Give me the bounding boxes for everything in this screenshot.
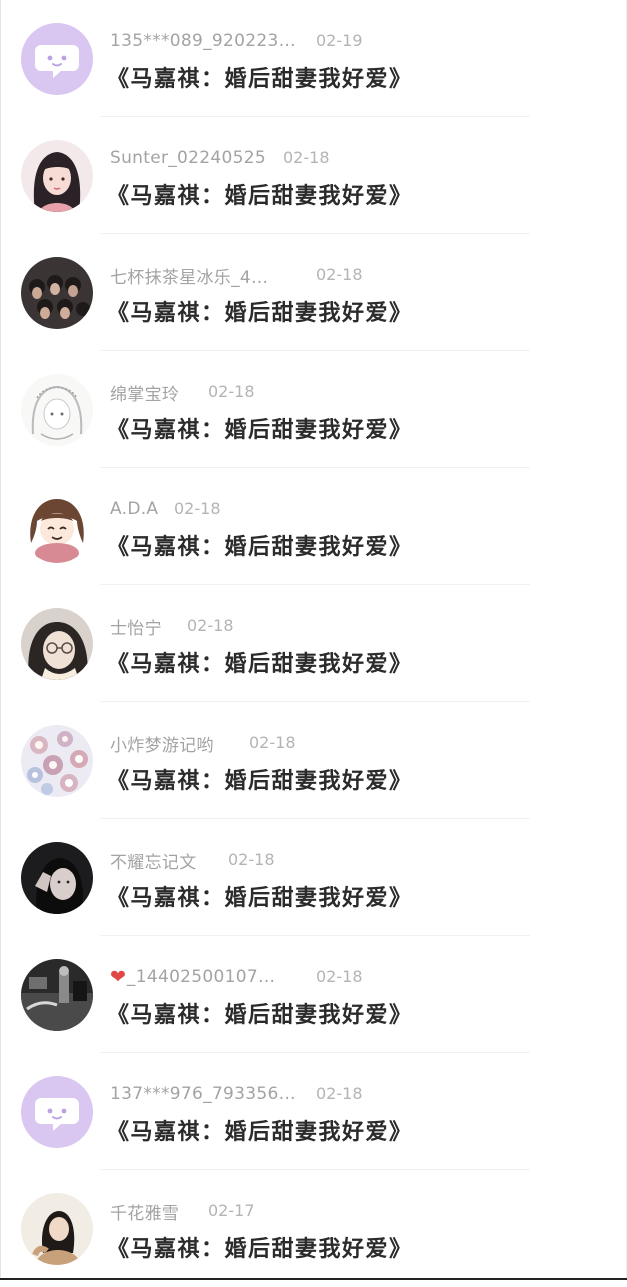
username[interactable]: 137***976_793356… bbox=[110, 1084, 296, 1104]
girl-photo-avatar bbox=[21, 1193, 93, 1265]
book-title[interactable]: 《马嘉祺：婚后甜妻我好爱》 bbox=[107, 62, 413, 96]
avatar[interactable] bbox=[21, 491, 93, 563]
avatar[interactable] bbox=[21, 1076, 93, 1148]
comment-meta: ❤ _14402500107… 02-18 bbox=[110, 965, 363, 989]
avatar[interactable] bbox=[21, 23, 93, 95]
list-item[interactable]: Sunter_02240525 02-18 《马嘉祺：婚后甜妻我好爱》 bbox=[0, 117, 627, 234]
avatar[interactable] bbox=[21, 959, 93, 1031]
girl-glasses-avatar bbox=[21, 608, 93, 680]
left-edge bbox=[0, 0, 1, 1280]
comment-date: 02-18 bbox=[174, 499, 221, 518]
default-chat-bubble-icon bbox=[21, 1076, 93, 1148]
comment-list: 135***089_920223… 02-19 《马嘉祺：婚后甜妻我好爱》 Su… bbox=[0, 0, 627, 1280]
comment-meta: 不耀忘记文 02-18 bbox=[110, 848, 275, 873]
comment-date: 02-17 bbox=[208, 1201, 255, 1220]
comment-meta: 135***089_920223… 02-19 bbox=[110, 29, 363, 53]
comment-meta: A.D.A 02-18 bbox=[110, 497, 221, 521]
list-item[interactable]: 不耀忘记文 02-18 《马嘉祺：婚后甜妻我好爱》 bbox=[0, 819, 627, 936]
username[interactable]: 绵掌宝玲 bbox=[110, 380, 179, 405]
avatar[interactable] bbox=[21, 257, 93, 329]
list-item[interactable]: 137***976_793356… 02-18 《马嘉祺：婚后甜妻我好爱》 bbox=[0, 1053, 627, 1170]
book-title[interactable]: 《马嘉祺：婚后甜妻我好爱》 bbox=[107, 1232, 413, 1266]
list-item[interactable]: A.D.A 02-18 《马嘉祺：婚后甜妻我好爱》 bbox=[0, 468, 627, 585]
heart-icon: ❤ bbox=[110, 966, 126, 988]
group-photo-avatar bbox=[21, 257, 93, 329]
username[interactable]: Sunter_02240525 bbox=[110, 148, 266, 168]
username[interactable]: A.D.A bbox=[110, 499, 158, 519]
comment-meta: 士怡宁 02-18 bbox=[110, 614, 234, 639]
username[interactable]: 千花雅雪 bbox=[110, 1199, 179, 1224]
comment-meta: 137***976_793356… 02-18 bbox=[110, 1082, 363, 1106]
comment-meta: 绵掌宝玲 02-18 bbox=[110, 380, 255, 405]
comment-meta: 七杯抹茶星冰乐_4… 02-18 bbox=[110, 263, 363, 288]
comment-date: 02-18 bbox=[316, 1084, 363, 1103]
book-title[interactable]: 《马嘉祺：婚后甜妻我好爱》 bbox=[107, 179, 413, 213]
list-item[interactable]: 士怡宁 02-18 《马嘉祺：婚后甜妻我好爱》 bbox=[0, 585, 627, 702]
comment-meta: Sunter_02240525 02-18 bbox=[110, 146, 330, 170]
avatar[interactable] bbox=[21, 842, 93, 914]
comment-date: 02-18 bbox=[249, 733, 296, 752]
comment-date: 02-18 bbox=[283, 148, 330, 167]
list-item[interactable]: 千花雅雪 02-17 《马嘉祺：婚后甜妻我好爱》 bbox=[0, 1170, 627, 1287]
avatar[interactable] bbox=[21, 725, 93, 797]
username[interactable]: 135***089_920223… bbox=[110, 31, 296, 51]
username[interactable]: 士怡宁 bbox=[110, 614, 162, 639]
book-title[interactable]: 《马嘉祺：婚后甜妻我好爱》 bbox=[107, 881, 413, 915]
list-item[interactable]: 七杯抹茶星冰乐_4… 02-18 《马嘉祺：婚后甜妻我好爱》 bbox=[0, 234, 627, 351]
dark-selfie-avatar bbox=[21, 842, 93, 914]
comment-date: 02-18 bbox=[316, 265, 363, 284]
comment-date: 02-19 bbox=[316, 31, 363, 50]
avatar[interactable] bbox=[21, 608, 93, 680]
avatar[interactable] bbox=[21, 1193, 93, 1265]
book-title[interactable]: 《马嘉祺：婚后甜妻我好爱》 bbox=[107, 998, 413, 1032]
comment-date: 02-18 bbox=[208, 382, 255, 401]
avatar[interactable] bbox=[21, 140, 93, 212]
default-chat-bubble-icon bbox=[21, 23, 93, 95]
book-title[interactable]: 《马嘉祺：婚后甜妻我好爱》 bbox=[107, 764, 413, 798]
username[interactable]: 七杯抹茶星冰乐_4… bbox=[110, 263, 268, 288]
comment-date: 02-18 bbox=[187, 616, 234, 635]
book-title[interactable]: 《马嘉祺：婚后甜妻我好爱》 bbox=[107, 296, 413, 330]
list-item[interactable]: ❤ _14402500107… 02-18 《马嘉祺：婚后甜妻我好爱》 bbox=[0, 936, 627, 1053]
avatar[interactable] bbox=[21, 374, 93, 446]
username[interactable]: 不耀忘记文 bbox=[110, 848, 197, 873]
username[interactable]: 小炸梦游记哟 bbox=[110, 731, 214, 756]
comment-meta: 千花雅雪 02-17 bbox=[110, 1199, 255, 1224]
book-title[interactable]: 《马嘉祺：婚后甜妻我好爱》 bbox=[107, 530, 413, 564]
comment-date: 02-18 bbox=[316, 967, 363, 986]
book-title[interactable]: 《马嘉祺：婚后甜妻我好爱》 bbox=[107, 647, 413, 681]
bw-photo-avatar bbox=[21, 959, 93, 1031]
book-title[interactable]: 《马嘉祺：婚后甜妻我好爱》 bbox=[107, 413, 413, 447]
comment-date: 02-18 bbox=[228, 850, 275, 869]
book-title[interactable]: 《马嘉祺：婚后甜妻我好爱》 bbox=[107, 1115, 413, 1149]
cartoon-girl-avatar bbox=[21, 491, 93, 563]
illustrated-girl-avatar bbox=[21, 140, 93, 212]
flowers-avatar bbox=[21, 725, 93, 797]
list-item[interactable]: 绵掌宝玲 02-18 《马嘉祺：婚后甜妻我好爱》 bbox=[0, 351, 627, 468]
username[interactable]: _14402500107… bbox=[127, 967, 275, 987]
comment-meta: 小炸梦游记哟 02-18 bbox=[110, 731, 296, 756]
list-item[interactable]: 小炸梦游记哟 02-18 《马嘉祺：婚后甜妻我好爱》 bbox=[0, 702, 627, 819]
sketch-girl-avatar bbox=[21, 374, 93, 446]
list-item[interactable]: 135***089_920223… 02-19 《马嘉祺：婚后甜妻我好爱》 bbox=[0, 0, 627, 117]
